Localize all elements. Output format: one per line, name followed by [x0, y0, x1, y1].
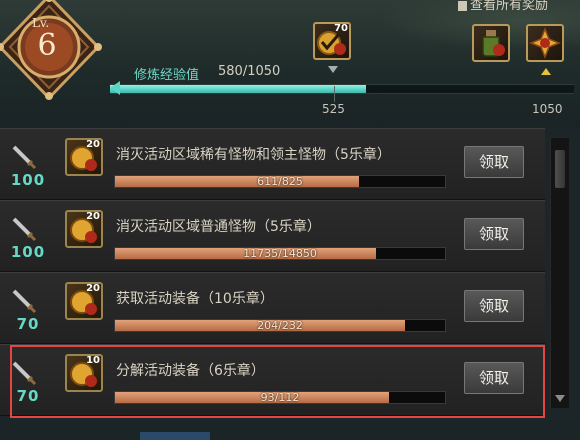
highlight-box [10, 345, 545, 418]
sword-icon [12, 217, 37, 242]
task-level: 70 [16, 315, 40, 333]
reward-count: 20 [86, 211, 100, 222]
up-arrow-icon [541, 68, 551, 75]
exp-arrow-icon [110, 81, 120, 95]
reward-count: 20 [86, 139, 100, 150]
sword-icon [12, 145, 37, 170]
task-row: 100 20 消灭活动区域稀有怪物和领主怪物（5乐章） 611/825 领取 [0, 128, 545, 200]
task-progress-bar: 11735/14850 [114, 247, 446, 260]
scrollbar-thumb[interactable] [555, 150, 565, 188]
level-badge: Lv. 6 [0, 0, 104, 102]
reward-item-icon[interactable]: 20 [65, 210, 103, 248]
task-progress-text: 204/232 [257, 319, 303, 332]
view-all-rewards-link[interactable]: 查看所有奖励 [458, 0, 548, 13]
reward-item-icon[interactable]: 20 [65, 282, 103, 320]
task-level: 100 [10, 243, 46, 261]
task-title: 获取活动装备（10乐章） [116, 291, 274, 307]
level-number: 6 [37, 28, 57, 63]
bottom-strip [0, 420, 580, 440]
exp-milestone-label: 525 [322, 102, 345, 116]
exp-scroll-icon[interactable]: 70 [313, 22, 351, 60]
claim-button[interactable]: 领取 [464, 218, 524, 250]
sunburst-icon[interactable] [526, 24, 564, 62]
task-progress-bar: 204/232 [114, 319, 446, 332]
list-icon [458, 0, 467, 11]
task-level: 100 [10, 171, 46, 189]
expand-arrow-icon [328, 66, 338, 73]
potion-icon[interactable] [472, 24, 510, 62]
scroll-down-icon[interactable] [555, 395, 565, 402]
task-progress-text: 11735/14850 [243, 247, 317, 260]
scrollbar[interactable] [550, 138, 569, 408]
exp-scroll-count: 70 [334, 23, 348, 34]
exp-milestone-label: 1050 [532, 102, 563, 116]
task-progress-text: 611/825 [257, 175, 303, 188]
bottom-tab[interactable] [140, 432, 210, 440]
task-row: 100 20 消灭活动区域普通怪物（5乐章） 11735/14850 领取 [0, 200, 545, 272]
task-title: 消灭活动区域稀有怪物和领主怪物（5乐章） [116, 147, 391, 163]
task-row: 70 20 获取活动装备（10乐章） 204/232 领取 [0, 272, 545, 344]
claim-button[interactable]: 领取 [464, 146, 524, 178]
exp-progress-bar [110, 84, 574, 94]
claim-button[interactable]: 领取 [464, 290, 524, 322]
reward-count: 20 [86, 283, 100, 294]
sword-icon [12, 289, 37, 314]
exp-value: 580/1050 [218, 64, 281, 79]
task-title: 消灭活动区域普通怪物（5乐章） [116, 219, 321, 235]
exp-label: 修炼经验值 [134, 68, 200, 83]
exp-milestone-marker [334, 86, 335, 102]
exp-progress-fill [110, 85, 367, 93]
task-progress-bar: 611/825 [114, 175, 446, 188]
reward-item-icon[interactable]: 20 [65, 138, 103, 176]
